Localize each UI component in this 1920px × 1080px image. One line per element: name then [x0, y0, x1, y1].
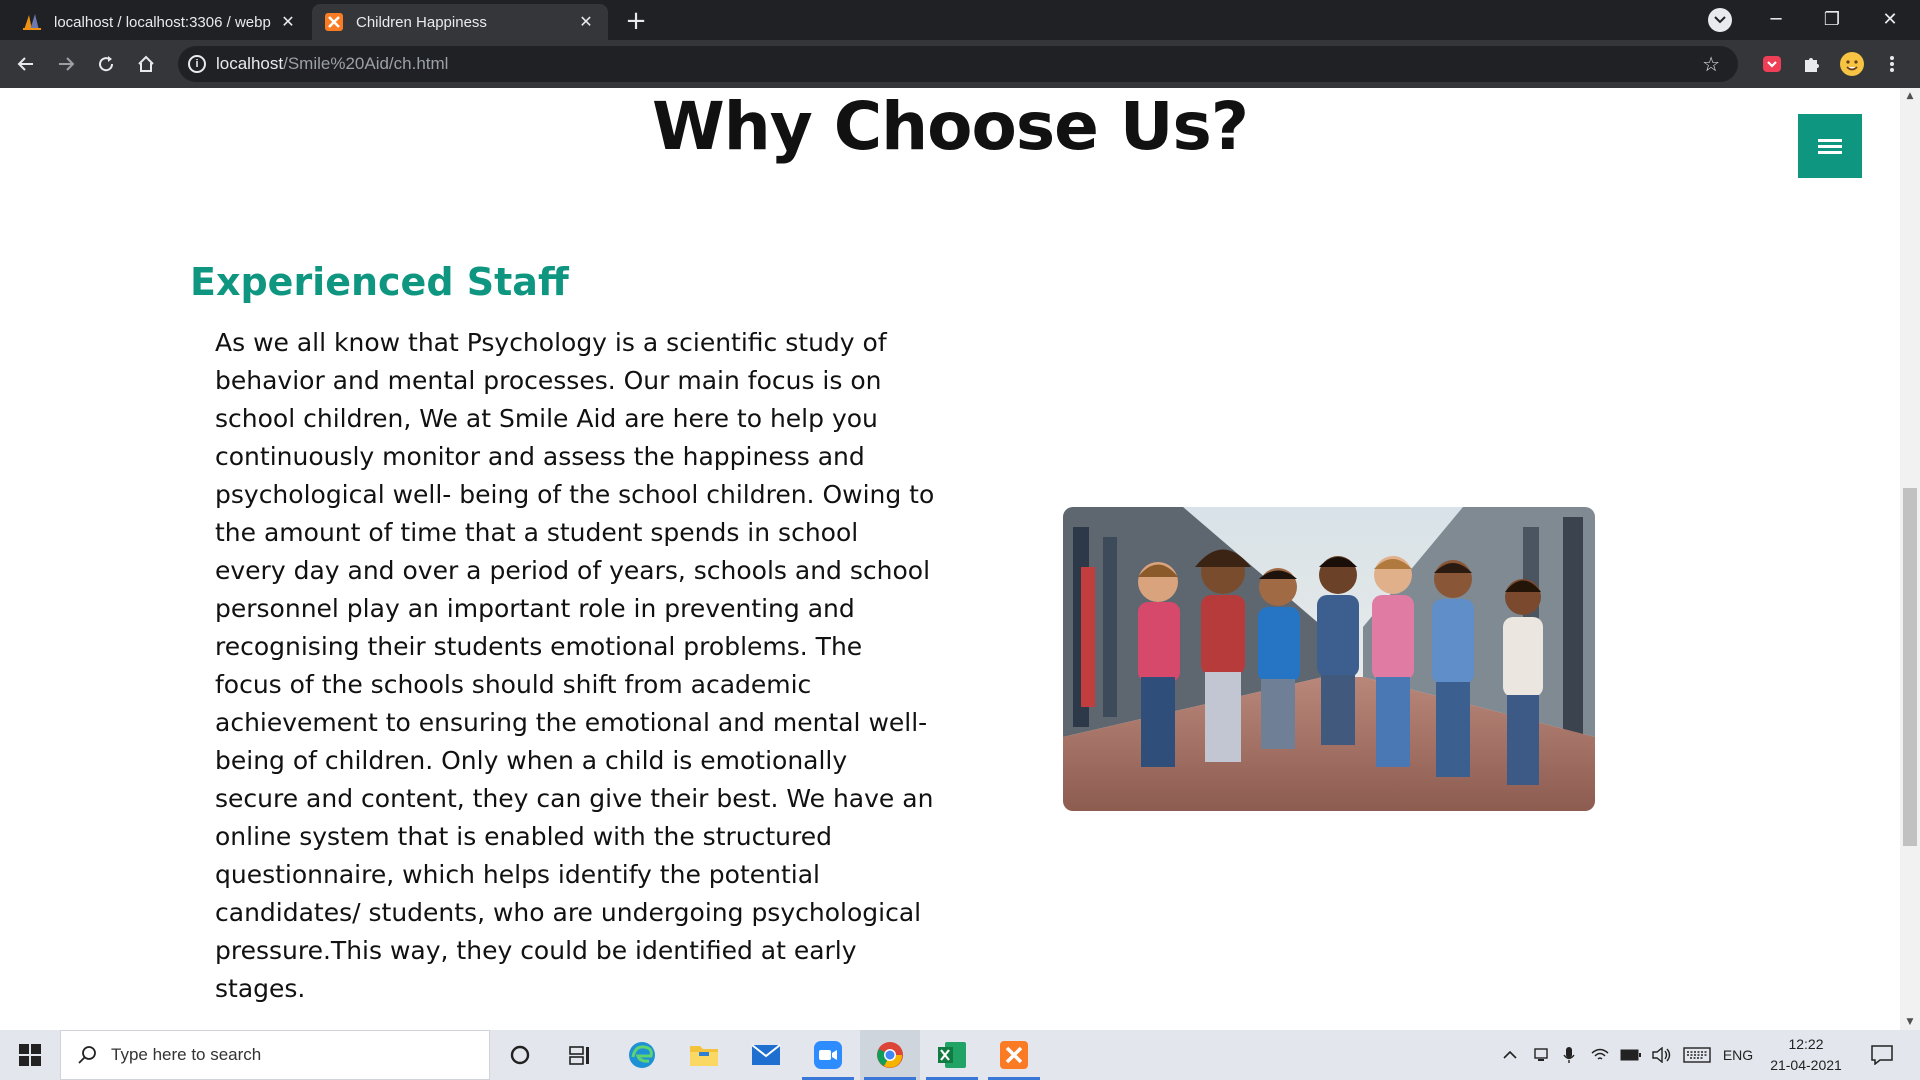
windows-start-button[interactable] [0, 1030, 60, 1080]
close-window-icon[interactable]: ✕ [1862, 0, 1918, 40]
task-view-icon[interactable] [550, 1030, 610, 1080]
taskbar-search-box[interactable]: Type here to search [60, 1030, 490, 1080]
close-tab-icon[interactable]: ✕ [576, 12, 596, 32]
notification-center-icon[interactable] [1862, 1030, 1902, 1080]
excel-app-icon[interactable] [922, 1030, 982, 1080]
tab-title: Children Happiness [356, 13, 487, 31]
back-icon[interactable] [10, 48, 42, 80]
chrome-app-icon[interactable] [860, 1030, 920, 1080]
url-path: /Smile%20Aid/ch.html [283, 54, 449, 73]
page-heading: Why Choose Us? [651, 88, 1249, 165]
phpmyadmin-icon [22, 12, 42, 32]
scrollbar-thumb[interactable] [1903, 488, 1917, 846]
search-placeholder: Type here to search [111, 1045, 262, 1064]
tab-search-icon[interactable] [1708, 8, 1732, 32]
new-tab-button[interactable]: + [622, 8, 650, 36]
site-info-icon[interactable]: i [188, 55, 206, 73]
minimize-icon[interactable]: ─ [1748, 0, 1804, 40]
battery-icon[interactable] [1618, 1030, 1644, 1080]
clock-time: 12:22 [1788, 1036, 1824, 1052]
pocket-extension-icon[interactable] [1756, 48, 1788, 80]
show-hidden-icons-chevron-icon[interactable] [1498, 1030, 1522, 1080]
section-title: Experienced Staff [190, 260, 569, 304]
bookmark-star-icon[interactable]: ☆ [1702, 52, 1720, 77]
address-bar[interactable]: i localhost/Smile%20Aid/ch.html ☆ [178, 46, 1738, 82]
hamburger-icon [1818, 136, 1842, 157]
search-icon [78, 1046, 96, 1064]
touch-keyboard-icon[interactable] [1680, 1030, 1714, 1080]
children-running-photo [1063, 507, 1595, 811]
windows-taskbar: Type here to search ENG 12:22 21-04-2021 [0, 1030, 1920, 1080]
tab-phpmyadmin[interactable]: localhost / localhost:3306 / webp ✕ [10, 4, 310, 40]
taskbar-clock[interactable]: 12:22 21-04-2021 [1756, 1034, 1856, 1076]
close-tab-icon[interactable]: ✕ [278, 12, 298, 32]
mail-icon[interactable] [736, 1030, 796, 1080]
scroll-down-arrow-icon[interactable]: ▼ [1900, 1014, 1920, 1030]
url-host: localhost [216, 54, 284, 73]
extensions-puzzle-icon[interactable] [1796, 48, 1828, 80]
restore-icon[interactable]: ❐ [1804, 0, 1860, 40]
chrome-menu-icon[interactable] [1876, 48, 1908, 80]
profile-avatar-icon[interactable] [1836, 48, 1868, 80]
scroll-up-arrow-icon[interactable]: ▲ [1900, 88, 1920, 104]
reload-icon[interactable] [90, 48, 122, 80]
device-icon[interactable] [1530, 1030, 1552, 1080]
cortana-icon[interactable] [490, 1030, 550, 1080]
tab-title: localhost / localhost:3306 / webp [54, 13, 271, 31]
volume-icon[interactable] [1650, 1030, 1674, 1080]
input-language[interactable]: ENG [1718, 1030, 1758, 1080]
page-scrollbar[interactable]: ▲ ▼ [1900, 88, 1920, 1030]
microphone-icon[interactable] [1558, 1030, 1580, 1080]
forward-icon[interactable] [50, 48, 82, 80]
xampp-app-icon[interactable] [984, 1030, 1044, 1080]
windows-logo-icon [19, 1044, 41, 1066]
file-explorer-icon[interactable] [674, 1030, 734, 1080]
page-content: Why Choose Us? Experienced Staff As we a… [0, 88, 1900, 1030]
clock-date: 21-04-2021 [1770, 1057, 1842, 1073]
xampp-icon [324, 12, 344, 32]
wifi-icon[interactable] [1588, 1030, 1612, 1080]
edge-browser-icon[interactable] [612, 1030, 672, 1080]
section-paragraph: As we all know that Psychology is a scie… [215, 328, 935, 1003]
tab-children-happiness[interactable]: Children Happiness ✕ [312, 4, 608, 40]
hamburger-menu-button[interactable] [1798, 114, 1862, 178]
browser-tab-bar: localhost / localhost:3306 / webp ✕ Chil… [0, 0, 1920, 40]
home-icon[interactable] [130, 48, 162, 80]
zoom-app-icon[interactable] [798, 1030, 858, 1080]
